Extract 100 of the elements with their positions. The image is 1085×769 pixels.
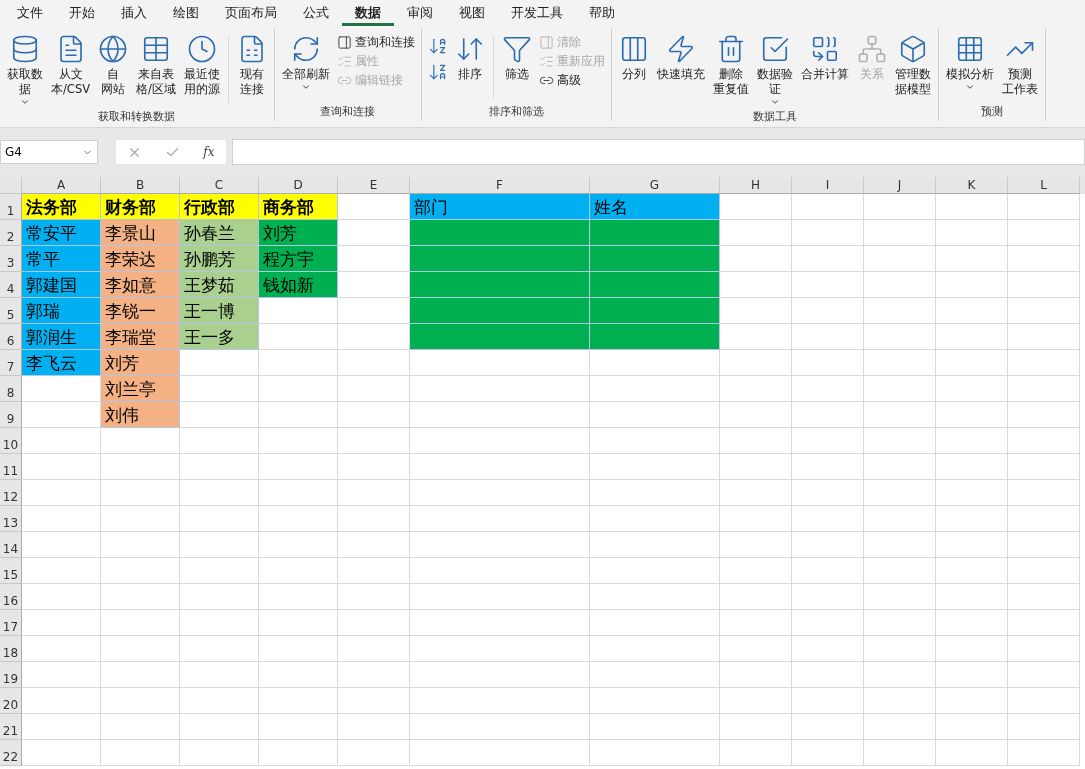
sheet-cell[interactable] <box>1008 740 1080 766</box>
sheet-cell[interactable] <box>864 740 936 766</box>
row-header[interactable]: 6 <box>0 324 22 350</box>
sheet-cell[interactable] <box>259 454 338 480</box>
sheet-cell[interactable] <box>410 532 590 558</box>
ribbon-button[interactable]: 获取数 据 <box>4 32 46 109</box>
sheet-cell[interactable] <box>792 662 864 688</box>
sheet-cell[interactable]: 财务部 <box>101 194 180 220</box>
sheet-cell[interactable] <box>720 194 792 220</box>
sheet-cell[interactable] <box>410 558 590 584</box>
sheet-cell[interactable] <box>338 610 410 636</box>
sheet-cell[interactable] <box>936 298 1008 324</box>
row-header[interactable]: 4 <box>0 272 22 298</box>
sheet-cell[interactable] <box>1008 480 1080 506</box>
sheet-cell[interactable] <box>101 454 180 480</box>
sheet-cell[interactable]: 李荣达 <box>101 246 180 272</box>
row-header[interactable]: 15 <box>0 558 22 584</box>
sheet-cell[interactable] <box>410 480 590 506</box>
sheet-cell[interactable] <box>410 376 590 402</box>
sheet-cell[interactable]: 李飞云 <box>22 350 101 376</box>
sheet-cell[interactable] <box>259 532 338 558</box>
sheet-cell[interactable] <box>864 194 936 220</box>
sheet-cell[interactable] <box>936 428 1008 454</box>
row-header[interactable]: 9 <box>0 402 22 428</box>
sheet-cell[interactable] <box>720 532 792 558</box>
sheet-cell[interactable] <box>22 558 101 584</box>
sheet-cell[interactable] <box>590 298 720 324</box>
row-header[interactable]: 17 <box>0 610 22 636</box>
sheet-cell[interactable] <box>864 350 936 376</box>
sheet-cell[interactable] <box>792 194 864 220</box>
ribbon-tab[interactable]: 页面布局 <box>212 0 290 26</box>
sheet-cell[interactable] <box>720 350 792 376</box>
sheet-cell[interactable] <box>410 324 590 350</box>
sheet-cell[interactable] <box>101 480 180 506</box>
row-header[interactable]: 19 <box>0 662 22 688</box>
sheet-cell[interactable] <box>1008 298 1080 324</box>
sheet-cell[interactable] <box>180 662 259 688</box>
sheet-cell[interactable] <box>936 532 1008 558</box>
ribbon-button[interactable]: 排序 <box>451 32 488 84</box>
ribbon-button[interactable]: 最近使 用的源 <box>180 32 223 99</box>
row-header[interactable]: 1 <box>0 194 22 220</box>
sheet-cell[interactable] <box>338 194 410 220</box>
row-header[interactable]: 10 <box>0 428 22 454</box>
sheet-cell[interactable] <box>864 272 936 298</box>
sheet-cell[interactable] <box>259 480 338 506</box>
row-header[interactable]: 12 <box>0 480 22 506</box>
sheet-cell[interactable] <box>410 402 590 428</box>
sheet-cell[interactable] <box>590 350 720 376</box>
sheet-cell[interactable] <box>720 506 792 532</box>
sheet-cell[interactable] <box>338 740 410 766</box>
sheet-cell[interactable] <box>338 714 410 740</box>
sheet-cell[interactable] <box>259 558 338 584</box>
sheet-cell[interactable] <box>180 610 259 636</box>
sheet-cell[interactable] <box>936 324 1008 350</box>
sheet-cell[interactable] <box>22 506 101 532</box>
sheet-cell[interactable] <box>180 454 259 480</box>
column-header[interactable]: E <box>338 177 410 194</box>
sheet-cell[interactable] <box>259 740 338 766</box>
sheet-cell[interactable] <box>338 428 410 454</box>
sheet-cell[interactable] <box>936 740 1008 766</box>
sheet-cell[interactable] <box>590 740 720 766</box>
sheet-cell[interactable] <box>590 480 720 506</box>
sheet-cell[interactable] <box>936 662 1008 688</box>
ribbon-tab[interactable]: 插入 <box>108 0 160 26</box>
sheet-cell[interactable] <box>792 636 864 662</box>
sheet-cell[interactable]: 常平 <box>22 246 101 272</box>
sheet-cell[interactable] <box>792 532 864 558</box>
ribbon-small-button[interactable]: 高级 <box>536 72 607 89</box>
ribbon-tab[interactable]: 绘图 <box>160 0 212 26</box>
sheet-cell[interactable] <box>101 532 180 558</box>
sheet-cell[interactable] <box>936 402 1008 428</box>
column-header[interactable]: G <box>590 177 720 194</box>
sheet-cell[interactable] <box>410 428 590 454</box>
sheet-cell[interactable]: 李锐一 <box>101 298 180 324</box>
sheet-cell[interactable] <box>590 376 720 402</box>
sheet-cell[interactable] <box>338 480 410 506</box>
sheet-cell[interactable] <box>792 584 864 610</box>
sheet-cell[interactable] <box>338 324 410 350</box>
sheet-cell[interactable] <box>410 662 590 688</box>
sheet-cell[interactable] <box>338 350 410 376</box>
sheet-cell[interactable] <box>338 688 410 714</box>
sheet-cell[interactable] <box>864 636 936 662</box>
sheet-cell[interactable] <box>936 558 1008 584</box>
sheet-cell[interactable] <box>338 246 410 272</box>
sheet-cell[interactable] <box>259 298 338 324</box>
sheet-cell[interactable] <box>590 506 720 532</box>
column-header[interactable]: L <box>1008 177 1080 194</box>
sheet-cell[interactable] <box>720 376 792 402</box>
sheet-cell[interactable] <box>259 662 338 688</box>
sheet-cell[interactable] <box>101 714 180 740</box>
sheet-cell[interactable] <box>936 272 1008 298</box>
sheet-cell[interactable] <box>259 610 338 636</box>
sheet-cell[interactable] <box>22 376 101 402</box>
sheet-cell[interactable] <box>259 402 338 428</box>
sheet-cell[interactable]: 王一多 <box>180 324 259 350</box>
sheet-cell[interactable] <box>410 584 590 610</box>
ribbon-button[interactable]: 模拟分析 <box>942 32 997 94</box>
sheet-cell[interactable] <box>410 350 590 376</box>
sheet-cell[interactable] <box>720 324 792 350</box>
sheet-cell[interactable] <box>864 480 936 506</box>
